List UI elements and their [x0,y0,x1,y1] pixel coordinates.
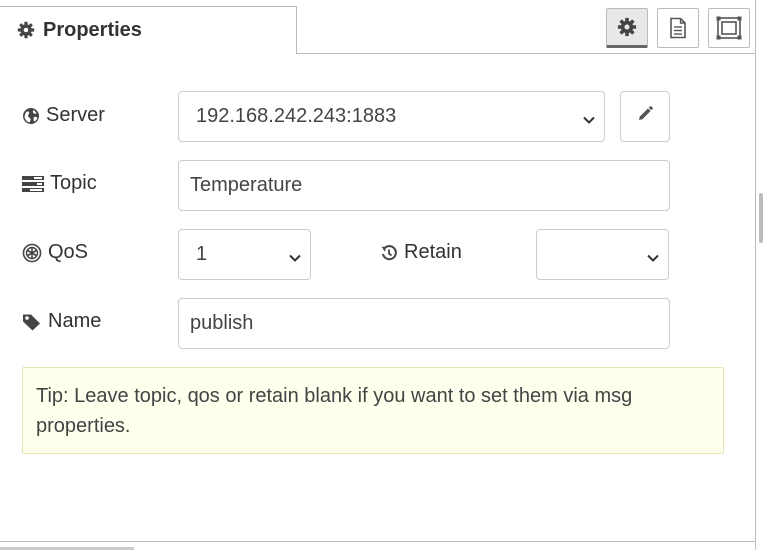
pencil-icon [636,105,654,128]
scrollbar[interactable] [755,0,765,550]
qos-label: QoS [22,241,88,264]
retain-select[interactable] [536,229,669,280]
topic-input-value: Temperature [190,174,303,196]
topic-input[interactable]: Temperature [178,160,670,211]
chevron-down-icon [646,248,660,262]
tip-box: Tip: Leave topic, qos or retain blank if… [22,367,724,454]
qos-label-text: QoS [48,241,89,263]
appearance-tab-button[interactable] [708,8,750,48]
gear-icon [617,17,637,37]
tag-icon [22,313,42,331]
server-select-value: 192.168.242.243:1883 [196,105,397,127]
tab-properties[interactable]: Properties [0,6,297,54]
document-icon [668,17,688,39]
qos-select[interactable]: 1 [178,229,311,280]
bottom-divider [0,541,755,542]
server-select[interactable]: 192.168.242.243:1883 [178,91,605,142]
tab-bar-divider [296,53,755,54]
topic-label: Topic [22,172,97,195]
retain-label: Retain [380,241,462,264]
qos-select-value: 1 [196,243,208,265]
tab-properties-label: Properties [43,19,142,41]
name-input[interactable]: publish [178,298,670,349]
topic-label-text: Topic [50,172,97,194]
globe-icon [22,107,40,125]
tab-bar: Properties [0,0,755,54]
gear-icon [17,21,35,39]
name-input-value: publish [190,312,254,334]
retain-label-text: Retain [404,241,462,263]
scrollbar-thumb[interactable] [759,193,763,243]
qos-icon [22,243,42,263]
chevron-down-icon [288,248,302,262]
description-tab-button[interactable] [657,8,699,48]
name-label-text: Name [48,310,102,332]
frame-icon [716,16,742,40]
tasks-icon [22,175,44,193]
name-label: Name [22,310,101,333]
history-icon [380,244,398,262]
edit-server-button[interactable] [620,91,670,142]
server-label-text: Server [46,104,105,126]
chevron-down-icon [582,110,596,124]
tip-text: Tip: Leave topic, qos or retain blank if… [36,385,633,437]
settings-tab-button[interactable] [606,8,648,48]
server-label: Server [22,104,105,127]
